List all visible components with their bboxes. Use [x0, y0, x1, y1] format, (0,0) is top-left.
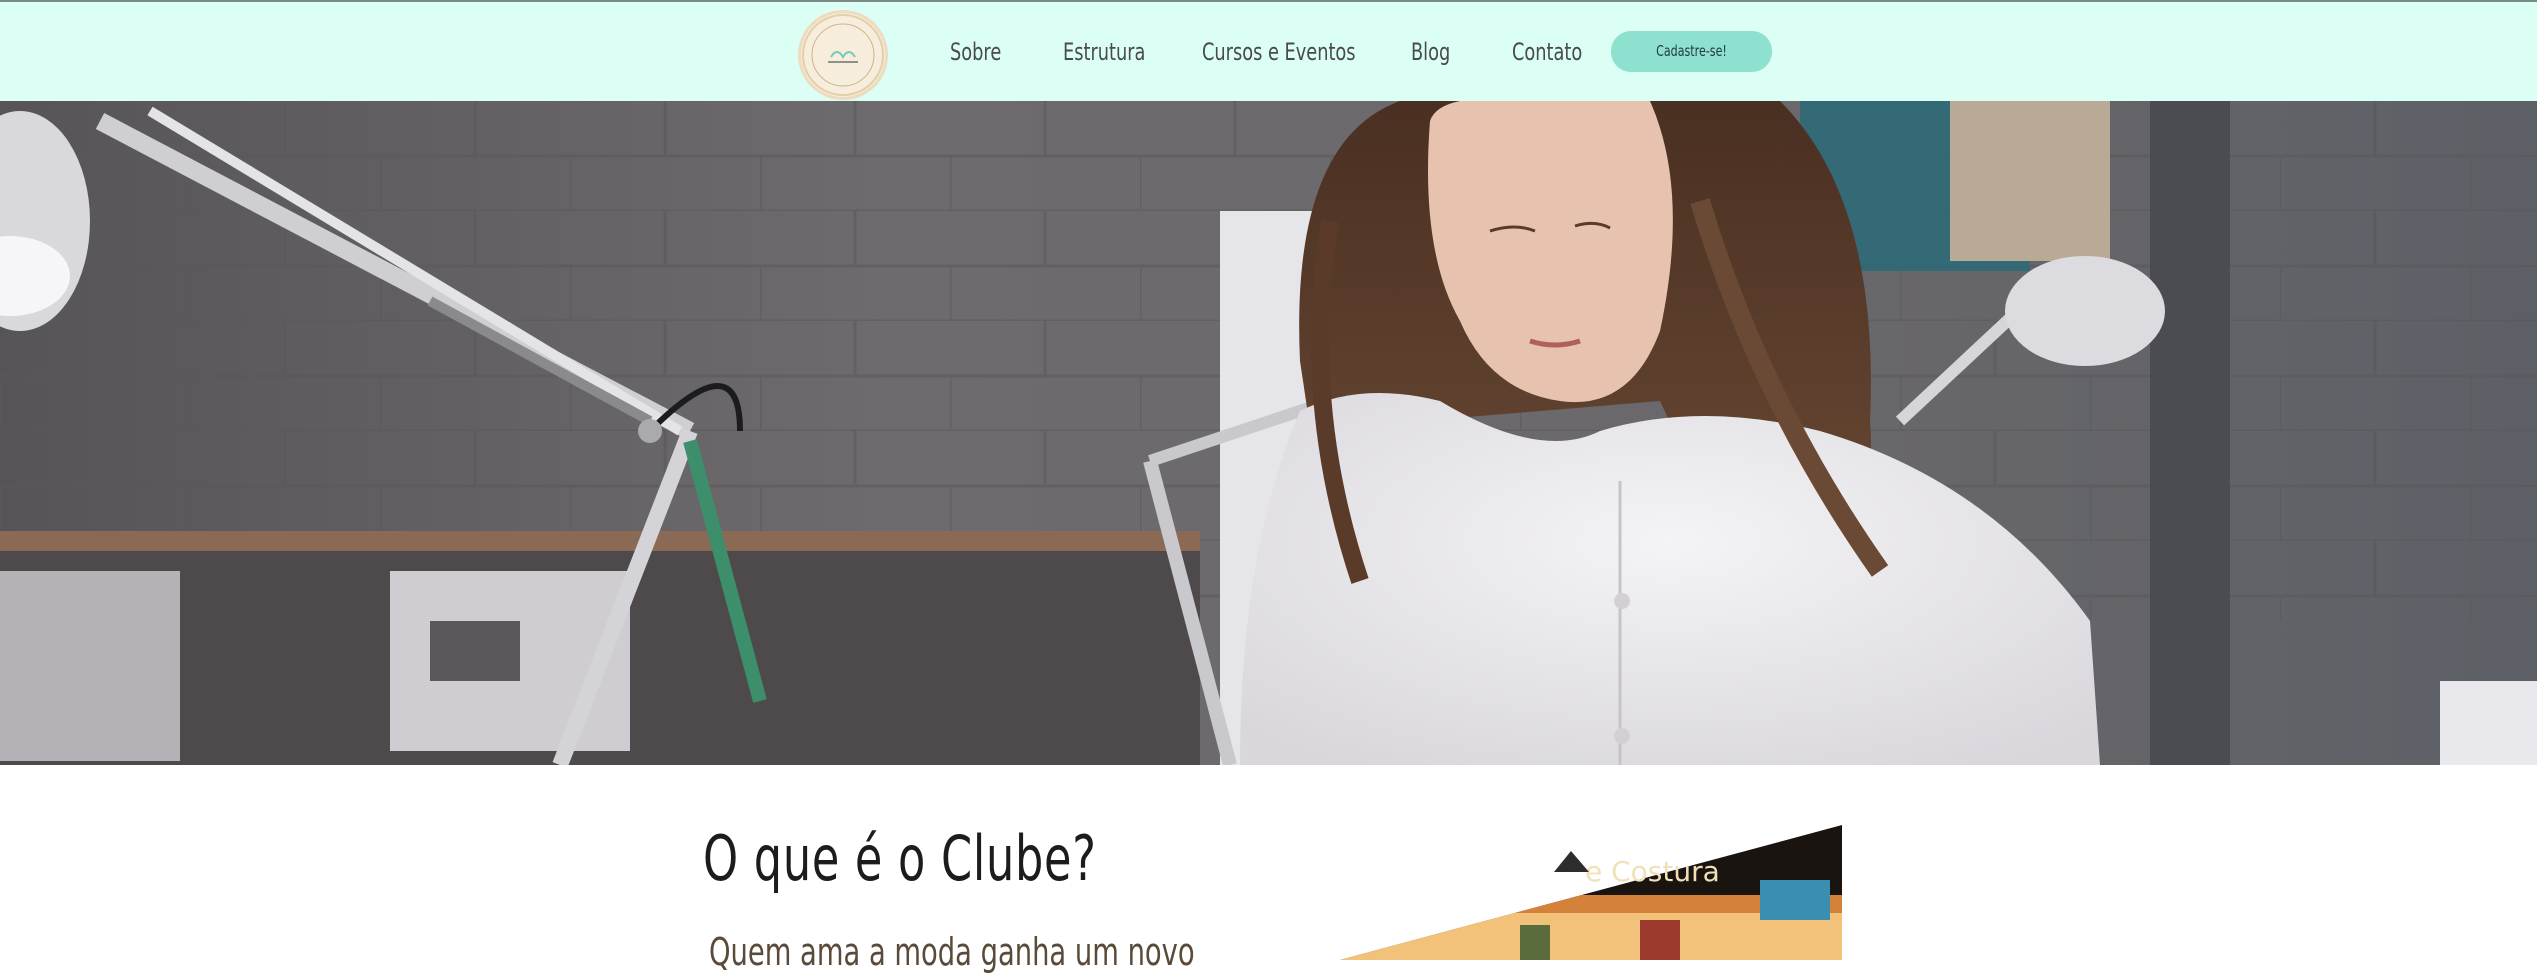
- store-sign-text: e Costura: [1585, 855, 1720, 888]
- scroll-up-icon[interactable]: [1554, 851, 1589, 872]
- nav-item-blog[interactable]: Blog: [1411, 32, 1450, 72]
- about-lead-text: Quem ama a moda ganha um novo: [709, 930, 1195, 974]
- shop-photo: e Costura: [1340, 825, 1842, 960]
- hero-photo: [0, 101, 2537, 765]
- store-front-image: e Costura: [1340, 825, 1842, 960]
- clube-de-costura-logo-icon: [802, 14, 884, 96]
- about-title: O que é o Clube?: [703, 822, 1097, 895]
- nav-item-estrutura[interactable]: Estrutura: [1063, 32, 1145, 72]
- nav-item-cursos-e-eventos[interactable]: Cursos e Eventos: [1202, 32, 1356, 72]
- signup-button-label: Cadastre-se!: [1656, 42, 1727, 60]
- signup-button[interactable]: Cadastre-se!: [1611, 31, 1772, 72]
- hero-banner: [0, 101, 2537, 765]
- logo[interactable]: [798, 10, 888, 100]
- nav-item-sobre[interactable]: Sobre: [950, 32, 1001, 72]
- site-header: Sobre Estrutura Cursos e Eventos Blog Co…: [0, 0, 2537, 101]
- nav-item-contato[interactable]: Contato: [1512, 32, 1582, 72]
